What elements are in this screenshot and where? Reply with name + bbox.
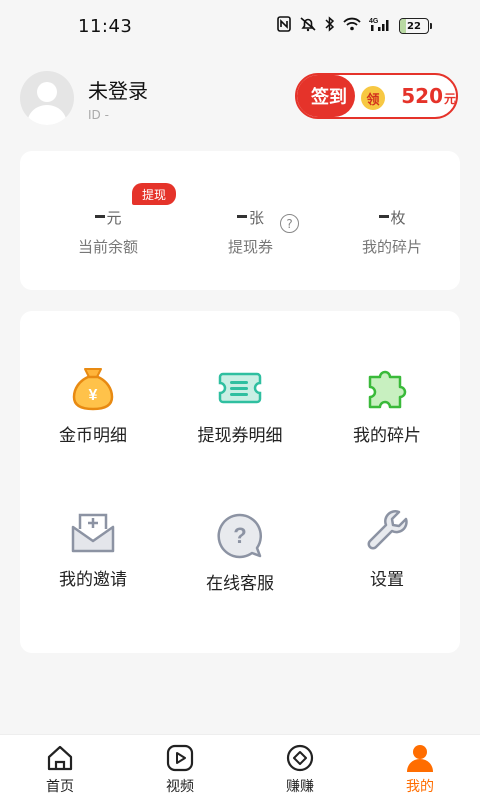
bluetooth-icon — [325, 16, 335, 36]
withdraw-tag[interactable]: 提现 — [132, 183, 177, 205]
user-info[interactable]: 未登录 ID - — [88, 75, 148, 122]
menu-label: 在线客服 — [206, 574, 274, 594]
bottom-nav: 首页 视频 赚赚 我的 — [0, 734, 480, 800]
stat-fragments[interactable]: 枚 我的碎片 — [362, 207, 422, 257]
profile-header: 未登录 ID - 签到 领 520 元 — [20, 70, 460, 126]
nfc-icon — [277, 16, 291, 36]
menu-online-support[interactable]: ? 在线客服 — [167, 511, 313, 594]
signin-label: 签到 — [297, 75, 356, 117]
nav-video[interactable]: 视频 — [120, 735, 240, 800]
svg-text:¥: ¥ — [89, 387, 98, 404]
svg-text:4G: 4G — [369, 18, 379, 25]
menu-label: 我的碎片 — [353, 426, 421, 446]
stat-coupons-value: 张 — [237, 207, 264, 228]
menu-card: ¥ 金币明细 提现券明细 我的碎片 我的邀请 ? 在线客服 设置 — [20, 311, 460, 653]
battery-icon: 22 — [399, 18, 432, 34]
stat-coupons[interactable]: 张 提现券 — [228, 207, 273, 257]
stats-card: 提现 元 当前余额 张 提现券 ? 枚 我的碎片 — [20, 151, 460, 290]
nav-label: 视频 — [166, 779, 194, 795]
diamond-icon — [285, 743, 315, 773]
money-bag-icon: ¥ — [68, 363, 118, 413]
signin-amount: 520 元 — [379, 84, 456, 108]
nav-earn[interactable]: 赚赚 — [240, 735, 360, 800]
user-id: ID - — [88, 107, 109, 122]
question-icon[interactable]: ? — [280, 214, 299, 233]
signal-icon: 4G — [369, 16, 391, 36]
home-icon — [45, 743, 75, 773]
stat-balance[interactable]: 元 当前余额 — [78, 207, 138, 257]
nav-home[interactable]: 首页 — [0, 735, 120, 800]
wrench-icon — [362, 507, 412, 557]
stat-balance-value: 元 — [94, 207, 122, 228]
signin-amount-value: 520 — [401, 84, 443, 108]
puzzle-icon — [362, 363, 412, 413]
nav-label: 首页 — [46, 779, 74, 795]
stat-fragments-unit: 枚 — [390, 209, 406, 227]
placeholder-dash — [94, 215, 105, 218]
menu-label: 提现券明细 — [197, 426, 283, 446]
help-chat-icon: ? — [215, 511, 265, 561]
stat-coupons-label: 提现券 — [228, 238, 274, 256]
menu-my-invites[interactable]: 我的邀请 — [20, 507, 166, 590]
svg-text:?: ? — [233, 523, 246, 548]
user-name[interactable]: 未登录 — [88, 75, 148, 104]
signin-amount-unit: 元 — [443, 92, 456, 106]
nav-label: 赚赚 — [286, 779, 314, 795]
invite-mail-icon — [68, 507, 118, 557]
menu-coin-details[interactable]: ¥ 金币明细 — [20, 363, 166, 446]
nav-label: 我的 — [406, 779, 434, 795]
battery-level: 22 — [407, 20, 421, 32]
status-icons: 4G 22 — [277, 16, 432, 36]
stat-balance-unit: 元 — [106, 209, 122, 227]
placeholder-dash — [378, 215, 389, 218]
signin-button[interactable]: 签到 领 520 元 — [295, 73, 458, 119]
signin-badge: 领 — [359, 84, 387, 112]
user-icon — [405, 743, 435, 773]
menu-label: 金币明细 — [59, 426, 127, 446]
nav-mine[interactable]: 我的 — [360, 735, 480, 800]
stat-fragments-label: 我的碎片 — [362, 238, 423, 256]
wifi-icon — [343, 17, 361, 35]
stat-fragments-value: 枚 — [378, 207, 406, 228]
menu-label: 设置 — [370, 570, 404, 590]
menu-coupon-details[interactable]: 提现券明细 — [167, 363, 313, 446]
status-time: 11:43 — [78, 15, 133, 37]
coupon-icon — [215, 363, 265, 413]
status-bar: 11:43 4G 22 — [0, 0, 480, 52]
menu-settings[interactable]: 设置 — [314, 507, 460, 590]
menu-my-fragments[interactable]: 我的碎片 — [314, 363, 460, 446]
stat-balance-label: 当前余额 — [78, 238, 139, 256]
play-icon — [165, 743, 195, 773]
mute-bell-icon — [299, 16, 317, 36]
placeholder-dash — [237, 215, 247, 218]
stat-coupons-unit: 张 — [249, 209, 265, 227]
avatar[interactable] — [20, 71, 74, 125]
menu-label: 我的邀请 — [59, 570, 127, 590]
default-avatar-icon — [27, 82, 67, 125]
